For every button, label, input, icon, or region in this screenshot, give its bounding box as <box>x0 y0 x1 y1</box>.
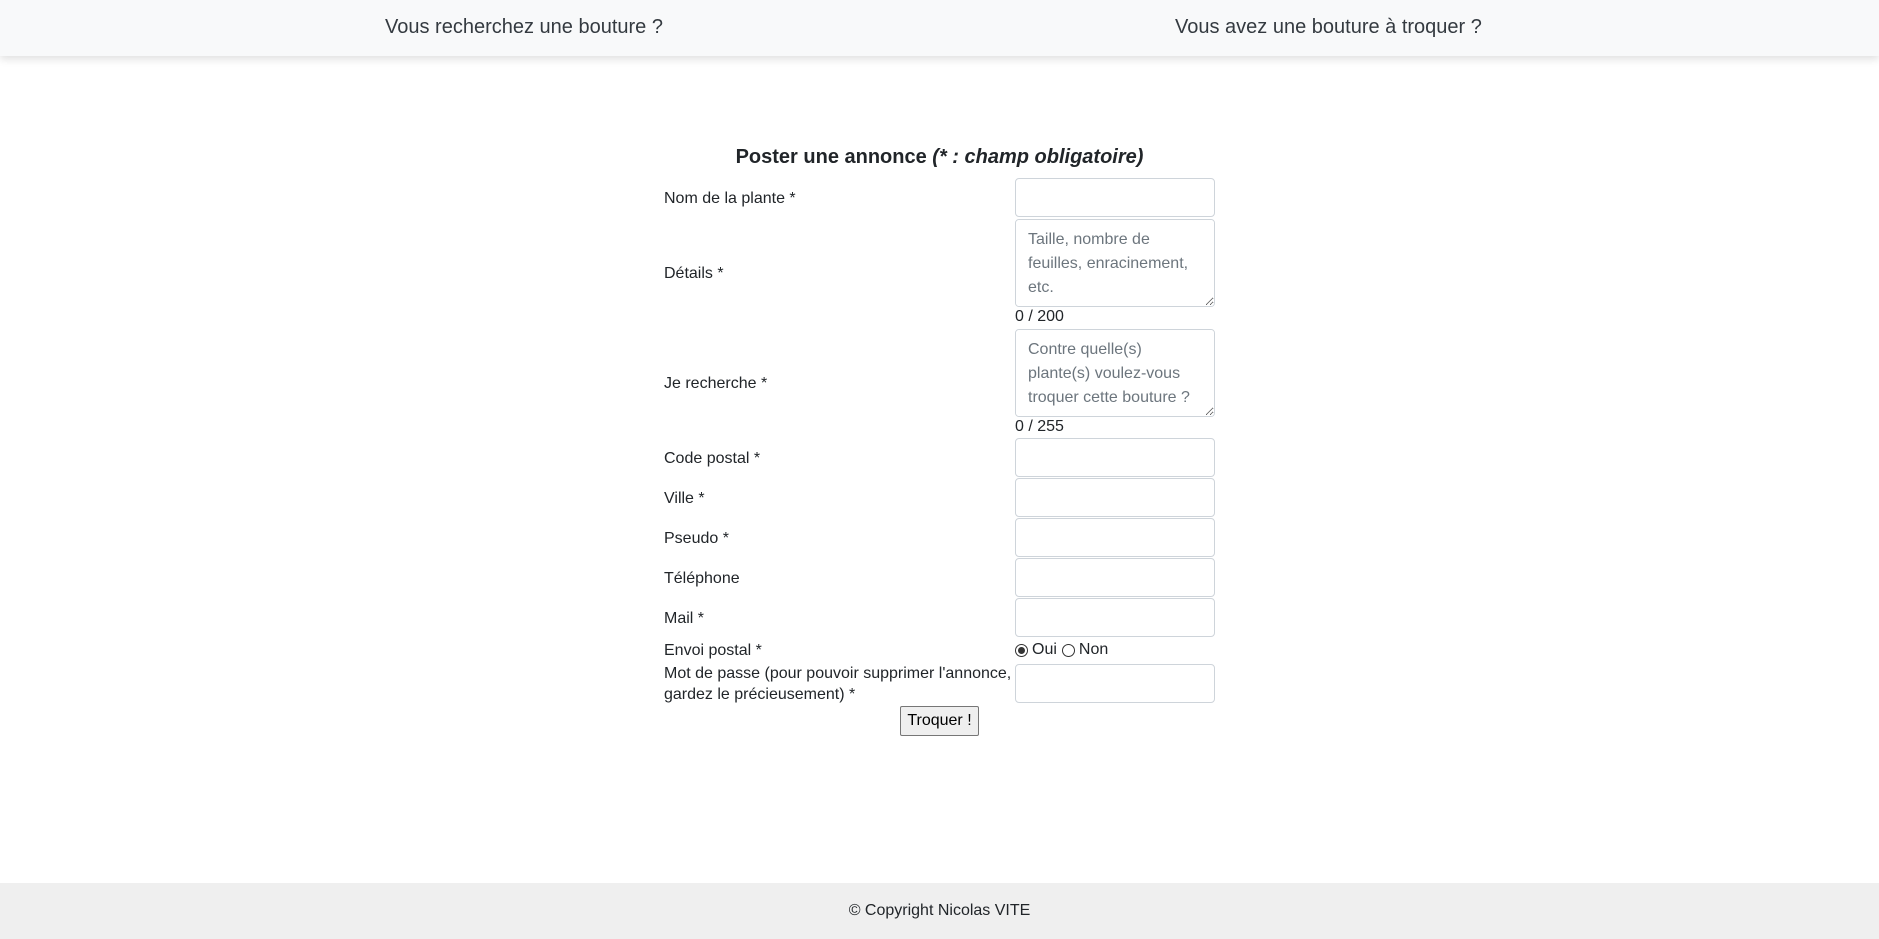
city-label: Ville * <box>664 490 705 507</box>
city-input[interactable] <box>1015 478 1215 517</box>
password-input[interactable] <box>1015 664 1215 703</box>
phone-label: Téléphone <box>664 570 740 587</box>
footer: © Copyright Nicolas VITE <box>0 883 1879 939</box>
mail-input[interactable] <box>1015 598 1215 637</box>
shipping-option-no-label: Non <box>1078 641 1109 658</box>
shipping-option-yes-label: Oui <box>1032 641 1057 658</box>
plant-name-input[interactable] <box>1015 178 1215 217</box>
form-title: Poster une annonce (* : champ obligatoir… <box>0 146 1879 169</box>
details-textarea[interactable] <box>1015 219 1215 307</box>
shipping-label: Envoi postal * <box>664 642 762 659</box>
wanted-char-counter: 0 / 255 <box>1015 418 1064 435</box>
plant-name-label: Nom de la plante * <box>664 190 796 207</box>
mail-label: Mail * <box>664 610 705 627</box>
form-title-main: Poster une annonce <box>735 146 927 168</box>
phone-input[interactable] <box>1015 558 1215 597</box>
nav-link-search-cutting[interactable]: Vous recherchez une bouture ? <box>385 16 663 39</box>
shipping-radio-yes[interactable] <box>1015 643 1028 657</box>
top-navbar: Vous recherchez une bouture ? Vous avez … <box>0 0 1879 56</box>
wanted-textarea[interactable] <box>1015 329 1215 417</box>
pseudo-input[interactable] <box>1015 518 1215 557</box>
pseudo-label: Pseudo * <box>664 530 729 547</box>
details-label: Détails * <box>664 265 724 282</box>
details-char-counter: 0 / 200 <box>1015 308 1064 325</box>
shipping-radio-group: Oui Non <box>1015 641 1113 659</box>
postal-code-label: Code postal * <box>664 450 761 467</box>
nav-link-offer-cutting[interactable]: Vous avez une bouture à troquer ? <box>1175 16 1482 39</box>
wanted-label: Je recherche * <box>664 375 768 392</box>
submit-button[interactable]: Troquer ! <box>900 706 979 736</box>
copyright-text: © Copyright Nicolas VITE <box>848 902 1031 919</box>
postal-code-input[interactable] <box>1015 438 1215 477</box>
shipping-radio-no[interactable] <box>1061 643 1075 657</box>
form-title-note: (* : champ obligatoire) <box>932 146 1144 168</box>
password-label: Mot de passe (pour pouvoir supprimer l'a… <box>664 665 1012 703</box>
